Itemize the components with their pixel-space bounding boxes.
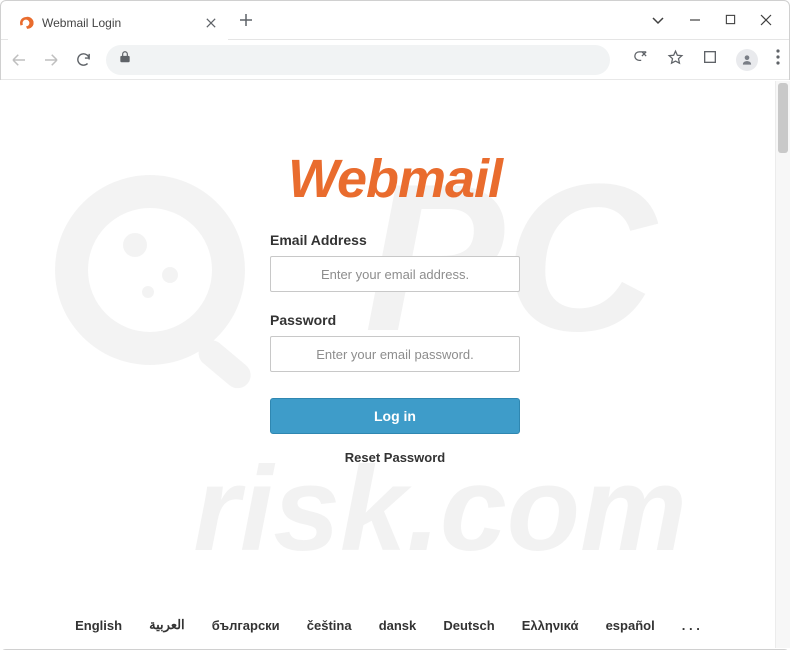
profile-avatar-icon[interactable] [736, 49, 758, 71]
language-bar: English العربية български čeština dansk … [0, 617, 775, 633]
nav-forward-icon[interactable] [42, 51, 60, 69]
login-button[interactable]: Log in [270, 398, 520, 434]
email-field[interactable] [270, 256, 520, 292]
lang-option[interactable]: Ελληνικά [522, 618, 579, 633]
browser-title-bar: Webmail Login [0, 0, 790, 40]
share-icon[interactable] [632, 49, 649, 71]
browser-toolbar [0, 40, 790, 80]
brand-logo: Webmail [0, 80, 790, 210]
password-field[interactable] [270, 336, 520, 372]
reset-password-link[interactable]: Reset Password [270, 450, 520, 465]
nav-back-icon[interactable] [10, 51, 28, 69]
window-minimize-icon[interactable] [689, 14, 701, 26]
tab-title: Webmail Login [42, 16, 196, 30]
window-dropdown-icon[interactable] [651, 13, 665, 27]
window-close-icon[interactable] [760, 14, 772, 26]
lang-option[interactable]: čeština [307, 618, 352, 633]
tab-close-icon[interactable] [204, 16, 218, 30]
lang-option[interactable]: العربية [149, 617, 185, 633]
lang-more[interactable]: . . . [682, 618, 700, 633]
reload-icon[interactable] [74, 51, 92, 69]
lock-icon [118, 50, 132, 69]
address-bar[interactable] [106, 45, 610, 75]
lang-option[interactable]: български [212, 618, 280, 633]
lang-option[interactable]: English [75, 618, 122, 633]
lang-option[interactable]: Deutsch [443, 618, 494, 633]
new-tab-button[interactable] [232, 6, 260, 34]
login-form: Email Address Password Log in Reset Pass… [270, 232, 520, 465]
email-label: Email Address [270, 232, 520, 248]
window-maximize-icon[interactable] [725, 14, 736, 25]
kebab-menu-icon[interactable] [776, 49, 780, 70]
password-label: Password [270, 312, 520, 328]
page-viewport: PC risk.com Webmail Email Address Passwo… [0, 80, 790, 649]
cpanel-favicon [18, 15, 34, 31]
browser-tab[interactable]: Webmail Login [8, 6, 228, 40]
extensions-icon[interactable] [702, 49, 718, 70]
lang-option[interactable]: dansk [379, 618, 417, 633]
lang-option[interactable]: español [606, 618, 655, 633]
window-controls [651, 13, 790, 27]
bookmark-star-icon[interactable] [667, 49, 684, 71]
webmail-logo-text: Webmail [288, 148, 502, 210]
